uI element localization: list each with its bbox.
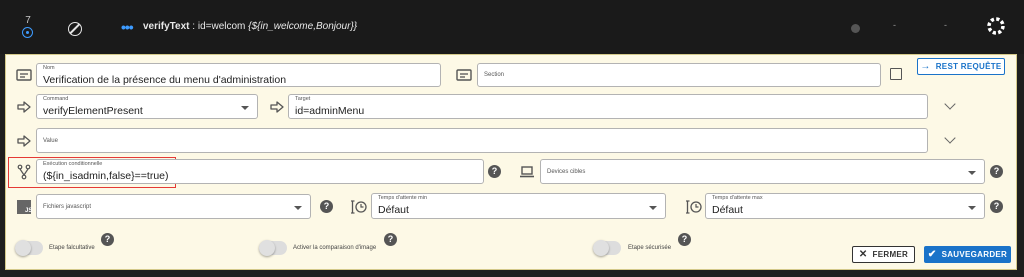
step-edit-panel: Nom Verification de la présence du menu … — [5, 54, 1017, 270]
close-button[interactable]: ✕ FERMER — [852, 246, 915, 263]
value-arrow-icon — [17, 135, 31, 147]
rest-request-button[interactable]: → REST REQUÊTE — [917, 58, 1005, 75]
section-field[interactable]: Section — [477, 63, 881, 87]
more-options-icon[interactable]: ••• — [121, 19, 134, 35]
save-button-label: SAUVEGARDER — [941, 250, 1008, 259]
wait-min-icon — [351, 200, 367, 214]
target-label: Target — [295, 96, 311, 102]
wait-min-label: Temps d'attente min — [378, 195, 428, 201]
optional-step-label: Etape falcultative — [49, 245, 95, 251]
target-arrow-icon — [270, 101, 284, 113]
dropdown-caret-icon — [649, 206, 657, 210]
dropdown-caret-icon — [968, 171, 976, 175]
devices-select[interactable]: Devices cibles — [540, 159, 985, 184]
section-checkbox[interactable] — [890, 68, 902, 80]
help-icon[interactable]: ? — [384, 233, 397, 246]
expand-value-icon[interactable] — [944, 132, 956, 144]
wait-min-select[interactable]: Temps d'attente min Défaut — [371, 193, 666, 219]
header-dash: - — [944, 20, 947, 30]
section-icon — [456, 69, 472, 81]
wait-max-icon — [686, 200, 702, 214]
check-icon: ✔ — [927, 249, 937, 260]
dropdown-caret-icon — [294, 206, 302, 210]
summary-action: verifyText — [143, 21, 190, 32]
help-icon[interactable]: ? — [678, 233, 691, 246]
text-field-icon — [16, 69, 32, 81]
dropdown-caret-icon — [968, 206, 976, 210]
help-icon[interactable]: ? — [101, 233, 114, 246]
status-dot-icon — [851, 24, 860, 33]
command-value: verifyElementPresent — [43, 105, 143, 117]
step-header[interactable]: 7 ••• verifyText : id=welcom {${in_welco… — [0, 0, 1024, 54]
wait-min-value: Défaut — [378, 204, 409, 216]
svg-text:JS: JS — [25, 208, 32, 214]
step-summary: verifyText : id=welcom {${in_welcome,Bon… — [143, 21, 357, 32]
condition-field[interactable]: Exécution conditionnelle (${in_isadmin,f… — [36, 159, 484, 184]
command-select[interactable]: Command verifyElementPresent — [36, 94, 258, 119]
header-dash: - — [893, 20, 896, 30]
target-value: id=adminMenu — [295, 105, 365, 117]
loading-ring-icon — [987, 17, 1005, 35]
optional-step-toggle[interactable] — [15, 240, 43, 256]
summary-value: {${in_welcome,Bonjour}} — [248, 21, 358, 32]
value-field[interactable]: Value — [36, 128, 928, 153]
name-field[interactable]: Nom Verification de la présence du menu … — [36, 63, 441, 87]
command-label: Command — [43, 96, 69, 102]
help-icon[interactable]: ? — [488, 165, 501, 178]
image-compare-toggle[interactable] — [259, 240, 287, 256]
image-compare-label: Activer la comparaison d'image — [293, 245, 377, 251]
rest-request-label: REST REQUÊTE — [935, 62, 1002, 71]
js-files-select[interactable]: Fichiers javascript — [36, 194, 311, 219]
step-number: 7 — [25, 15, 31, 26]
step-target-icon[interactable] — [22, 27, 33, 38]
branch-icon — [17, 164, 31, 180]
expand-target-icon[interactable] — [944, 98, 956, 110]
wait-max-label: Temps d'attente max — [712, 195, 763, 201]
secured-step-toggle[interactable] — [593, 240, 621, 256]
devices-placeholder: Devices cibles — [547, 169, 586, 175]
help-icon[interactable]: ? — [990, 200, 1003, 213]
disable-step-icon[interactable] — [68, 22, 82, 36]
wait-max-select[interactable]: Temps d'attente max Défaut — [705, 193, 985, 219]
laptop-icon — [520, 166, 534, 178]
wait-max-value: Défaut — [712, 204, 743, 216]
name-value: Verification de la présence du menu d'ad… — [43, 74, 287, 86]
target-field[interactable]: Target id=adminMenu — [288, 94, 928, 119]
close-button-label: FERMER — [872, 250, 909, 259]
help-icon[interactable]: ? — [320, 200, 333, 213]
condition-label: Exécution conditionnelle — [43, 161, 103, 167]
js-files-placeholder: Fichiers javascript — [43, 204, 92, 210]
summary-target: : id=welcom — [189, 21, 249, 32]
secured-step-label: Etape sécurisée — [628, 245, 672, 251]
condition-value: (${in_isadmin,false}==true) — [43, 170, 169, 182]
dropdown-caret-icon — [241, 106, 249, 110]
js-file-icon: JS — [17, 200, 32, 214]
name-label: Nom — [43, 65, 55, 71]
help-icon[interactable]: ? — [990, 165, 1003, 178]
arrow-right-icon: → — [920, 61, 931, 72]
command-arrow-icon — [17, 101, 31, 113]
value-placeholder: Value — [43, 138, 58, 144]
save-button[interactable]: ✔ SAUVEGARDER — [924, 246, 1011, 263]
close-icon: ✕ — [858, 249, 868, 260]
section-placeholder: Section — [484, 72, 505, 78]
